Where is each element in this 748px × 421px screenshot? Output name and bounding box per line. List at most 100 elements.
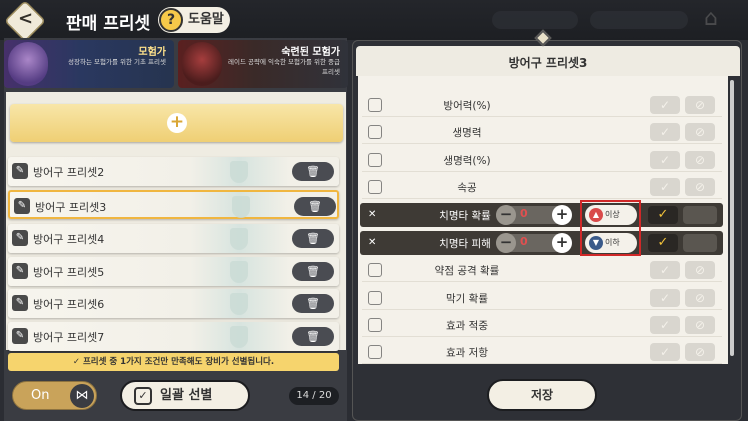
check-toggle[interactable]: ✓ [650,151,680,169]
check-toggle-on[interactable]: ✓ [648,234,678,252]
stat-label: 방어력(%) [443,100,491,112]
exclude-toggle[interactable]: ⊘ [685,289,715,307]
exclude-toggle[interactable]: ⊘ [685,178,715,196]
trash-button[interactable]: 🗑 [292,262,334,281]
home-icon[interactable]: ⌂ [696,6,726,34]
check-toggle[interactable]: ✓ [650,96,680,114]
scrollbar[interactable] [730,80,734,356]
shield-icon [230,228,248,250]
exclude-toggle[interactable]: ⊘ [685,261,715,279]
minus-button[interactable]: − [496,205,516,225]
pencil-icon[interactable]: ✎ [12,230,28,246]
preset-label: 방어구 프리셋5 [33,266,105,279]
preset-label: 방어구 프리셋6 [33,298,105,311]
stat-row-active: ✕ 치명타 피해 − 0 + ▼ 이하 ✓ [360,231,723,255]
check-toggle[interactable]: ✓ [650,178,680,196]
stat-row: 효과 적중 ✓ ⊘ [362,313,722,337]
shield-icon [230,161,248,183]
minus-button[interactable]: − [496,233,516,253]
back-arrow-icon: < [18,8,34,29]
stat-label: 약점 공격 확률 [434,265,500,277]
stat-icon [368,263,382,277]
stat-label: 생명력 [452,127,482,139]
detail-title: 방어구 프리셋3 [508,56,588,70]
list-item[interactable]: ✎ 방어구 프리셋5 🗑 [8,257,339,286]
bulk-select-button[interactable]: ✓ 일괄 선별 [120,380,250,411]
highlight-box [580,200,641,256]
pencil-icon[interactable]: ✎ [12,295,28,311]
check-toggle-on[interactable]: ✓ [648,206,678,224]
check-toggle[interactable]: ✓ [650,343,680,361]
exclude-toggle[interactable]: ⊘ [685,151,715,169]
advisor-card-novice[interactable]: 모험가 성장하는 모험가를 위한 기초 프리셋 [4,40,174,88]
help-button[interactable]: ? 도움말 [158,7,230,33]
checkbox-icon: ✓ [134,387,152,405]
stepper-value: 0 [520,207,528,220]
advisor-desc: 성장하는 모험가를 위한 기초 프리셋 [68,58,166,66]
stat-icon [368,153,382,167]
notice-bar: ✓ 프리셋 중 1가지 조건만 만족해도 장비가 선별됩니다. [8,353,339,371]
stat-row: 방어력(%) ✓ ⊘ [362,93,722,117]
check-toggle[interactable]: ✓ [650,123,680,141]
share-icon: ⋈ [70,384,94,408]
plus-button[interactable]: + [552,205,572,225]
exclude-toggle[interactable]: ⊘ [685,123,715,141]
exclude-toggle[interactable] [683,206,717,224]
pencil-icon[interactable]: ✎ [12,328,28,344]
preset-label: 방어구 프리셋4 [33,233,105,246]
help-icon: ? [159,8,183,32]
trash-button[interactable]: 🗑 [292,162,334,181]
exclude-toggle[interactable]: ⊘ [685,96,715,114]
stat-icon [368,125,382,139]
stat-icon [368,291,382,305]
currency-ticket [590,11,688,29]
page-title: 판매 프리셋 [66,14,151,34]
shield-icon [230,293,248,315]
plus-icon: + [167,113,187,133]
stat-row: 생명력 ✓ ⊘ [362,120,722,144]
advisor-portrait [182,42,222,86]
advisor-card-expert[interactable]: 숙련된 모험가 레이드 공략에 익숙한 모험가를 위한 중급 프리셋 [178,40,348,88]
list-item-selected[interactable]: ✎ 방어구 프리셋3 🗑 [8,190,339,219]
pencil-icon[interactable]: ✎ [14,198,30,214]
crit-damage-icon: ✕ [368,237,377,248]
trash-button[interactable]: 🗑 [292,327,334,346]
pencil-icon[interactable]: ✎ [12,163,28,179]
pencil-icon[interactable]: ✎ [12,263,28,279]
help-label: 도움말 [188,12,224,27]
preset-label: 방어구 프리셋7 [33,331,105,344]
advisor-title: 숙련된 모험가 [281,47,340,58]
stat-row: 효과 저항 ✓ ⊘ [362,340,722,364]
list-item[interactable]: ✎ 방어구 프리셋2 🗑 [8,157,339,186]
advisor-desc: 레이드 공략에 익숙한 모험가를 위한 중급 프리셋 [228,58,340,76]
stat-row: 약점 공격 확률 ✓ ⊘ [362,258,722,282]
plus-button[interactable]: + [552,233,572,253]
check-toggle[interactable]: ✓ [650,316,680,334]
exclude-toggle[interactable] [683,234,717,252]
trash-button[interactable]: 🗑 [292,294,334,313]
stat-label: 막기 확률 [446,293,488,305]
stat-label: 속공 [457,182,477,194]
bulk-select-label: 일괄 선별 [160,388,213,403]
notice-text: 프리셋 중 1가지 조건만 만족해도 장비가 선별됩니다. [82,357,275,367]
trash-button[interactable]: 🗑 [292,229,334,248]
add-preset-button[interactable]: + [10,104,343,142]
stat-icon [368,180,382,194]
check-toggle[interactable]: ✓ [650,289,680,307]
stepper-value: 0 [520,235,528,248]
stat-label: 생명력(%) [443,155,491,167]
exclude-toggle[interactable]: ⊘ [685,316,715,334]
list-item[interactable]: ✎ 방어구 프리셋6 🗑 [8,289,339,318]
stat-icon [368,98,382,112]
on-toggle[interactable]: On ⋈ [12,381,97,410]
check-toggle[interactable]: ✓ [650,261,680,279]
stat-label: 효과 적중 [446,320,488,332]
list-item[interactable]: ✎ 방어구 프리셋7 🗑 [8,322,339,351]
preset-count: 14 / 20 [289,387,339,405]
list-item[interactable]: ✎ 방어구 프리셋4 🗑 [8,224,339,253]
trash-button[interactable]: 🗑 [294,197,336,216]
exclude-toggle[interactable]: ⊘ [685,343,715,361]
stat-row-active: ✕ 치명타 확률 − 0 + ▲ 이상 ✓ [360,203,723,227]
stat-icon [368,345,382,359]
save-button[interactable]: 저장 [487,379,597,411]
